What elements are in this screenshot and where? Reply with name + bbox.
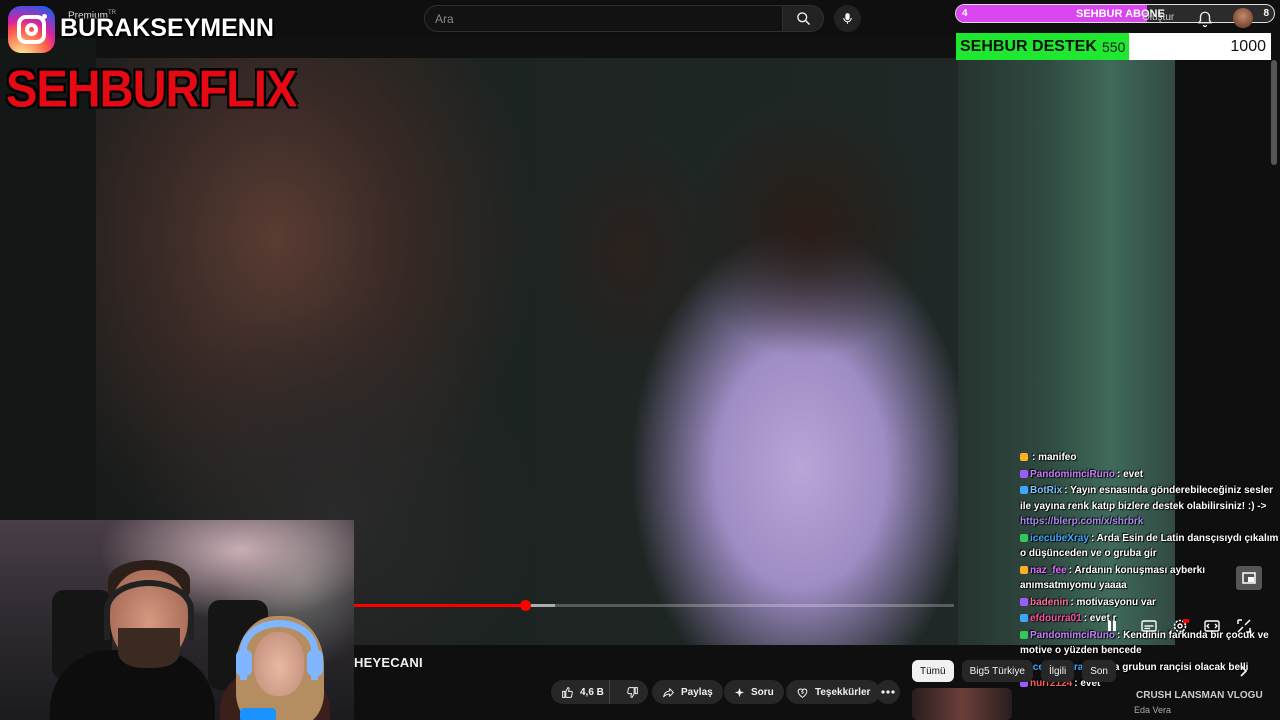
- share-icon: [663, 687, 674, 697]
- bell-icon[interactable]: [1196, 10, 1214, 28]
- ask-label: Soru: [751, 686, 774, 698]
- progress-scrubber[interactable]: [520, 600, 531, 611]
- recommendation-thumbnail[interactable]: [912, 688, 1012, 720]
- like-button[interactable]: 4,6 B: [551, 680, 611, 704]
- more-horizontal-icon: [881, 690, 895, 694]
- subscriber-goal-bar: 4 SEHBUR ABONE 8: [955, 4, 1275, 23]
- chat-badge-icon: [1020, 597, 1028, 606]
- fullscreen-icon[interactable]: [1235, 618, 1253, 634]
- chip-all[interactable]: Tümü: [912, 660, 954, 682]
- chat-text: : evet: [1117, 468, 1144, 480]
- chat-username[interactable]: PandomimciRuno: [1030, 469, 1115, 480]
- donation-goal-bar: SEHBUR DESTEK 550 1000: [956, 33, 1271, 60]
- create-button[interactable]: Oluştur: [1142, 12, 1174, 23]
- search-bar: [424, 5, 824, 32]
- account-avatar[interactable]: [1233, 8, 1253, 28]
- chat-badge-icon: [1020, 453, 1028, 461]
- search-input[interactable]: [424, 5, 782, 32]
- share-button[interactable]: Paylaş: [652, 680, 723, 704]
- subtitles-icon[interactable]: [1140, 618, 1158, 634]
- progress-bar[interactable]: [354, 600, 954, 611]
- pause-icon[interactable]: [1103, 618, 1121, 634]
- subscriber-goal-current: 4: [962, 8, 968, 19]
- chat-message: icecubeXray: Arda Esin de Latin dansçısı…: [1020, 531, 1280, 562]
- thanks-button[interactable]: $ Teşekkürler: [786, 680, 881, 704]
- chat-message: : manifeo: [1020, 450, 1280, 466]
- chat-text: : manifeo: [1032, 452, 1077, 463]
- chip-recent[interactable]: Son: [1082, 660, 1116, 682]
- microphone-icon: [843, 13, 852, 24]
- chat-badge-icon: [1020, 614, 1028, 622]
- chat-badge-icon: [1020, 486, 1028, 494]
- chat-badge-icon: [1020, 565, 1028, 574]
- chat-message: BotRix: Yayın esnasında gönderebileceğin…: [1020, 483, 1280, 530]
- chips-next-button[interactable]: [1232, 660, 1254, 682]
- miniplayer-icon: [1242, 572, 1256, 584]
- donation-goal-target: 1000: [1230, 38, 1266, 55]
- thumbs-down-icon: [626, 686, 638, 698]
- webcam-overlay: [0, 520, 354, 720]
- sparkle-icon: [734, 687, 745, 697]
- donation-goal-title: SEHBUR DESTEK: [960, 38, 1097, 55]
- filter-chips: Tümü Big5 Türkiye İlgili Son: [912, 660, 1116, 682]
- chevron-right-icon: [1240, 665, 1248, 677]
- progress-played: [354, 604, 525, 607]
- dislike-button[interactable]: [616, 680, 648, 704]
- chat-username[interactable]: icecubeXray: [1030, 533, 1089, 544]
- chat-username[interactable]: naz_fee: [1030, 565, 1067, 576]
- chat-badge-icon: [1020, 533, 1028, 542]
- share-label: Paylaş: [681, 686, 713, 698]
- dollar-heart-icon: $: [797, 688, 808, 698]
- like-dislike-group: 4,6 B: [551, 680, 648, 704]
- recommendation-channel: Eda Vera: [1134, 705, 1172, 715]
- chat-badge-icon: [1020, 469, 1028, 478]
- subscriber-goal-target: 8: [1263, 8, 1269, 19]
- thumbs-up-icon: [562, 686, 573, 698]
- chat-message: PandomimciRuno: evet: [1020, 467, 1280, 483]
- chat-username[interactable]: efdourra01: [1030, 613, 1082, 624]
- settings-gear-icon[interactable]: [1171, 618, 1189, 634]
- video-title: HEYECANI: [354, 655, 423, 670]
- ask-button[interactable]: Soru: [724, 680, 784, 704]
- chat-username[interactable]: badenin: [1030, 597, 1068, 608]
- more-actions-button[interactable]: [876, 680, 900, 704]
- svg-text:$: $: [801, 689, 804, 695]
- search-button[interactable]: [782, 5, 824, 32]
- chat-text: : motivasyonu var: [1070, 596, 1156, 608]
- search-icon: [796, 12, 810, 25]
- instagram-icon: [8, 6, 55, 53]
- miniplayer-button[interactable]: [1236, 566, 1262, 590]
- chat-link[interactable]: https://blerp.com/x/shrbrk: [1020, 516, 1143, 527]
- recommendation-title[interactable]: CRUSH LANSMAN VLOGU: [1136, 690, 1263, 701]
- chat-message: badenin: motivasyonu var: [1020, 595, 1280, 611]
- like-count: 4,6 B: [580, 686, 604, 698]
- donation-goal-current: 550: [1102, 39, 1126, 55]
- chat-badge-icon: [1020, 630, 1028, 639]
- page-right-margin: [1175, 38, 1280, 458]
- chat-username[interactable]: BotRix: [1030, 485, 1062, 496]
- chip-related[interactable]: İlgili: [1040, 660, 1075, 682]
- voice-search-button[interactable]: [834, 5, 861, 32]
- thanks-label: Teşekkürler: [815, 686, 871, 698]
- theater-mode-icon[interactable]: [1203, 618, 1221, 634]
- brand-logo: SEHBURFLIX: [6, 59, 297, 118]
- page-scrollbar[interactable]: [1271, 60, 1277, 165]
- chip-big5[interactable]: Big5 Türkiye: [961, 660, 1033, 682]
- streamer-channel-name: BURAKSEYMENN: [60, 14, 274, 42]
